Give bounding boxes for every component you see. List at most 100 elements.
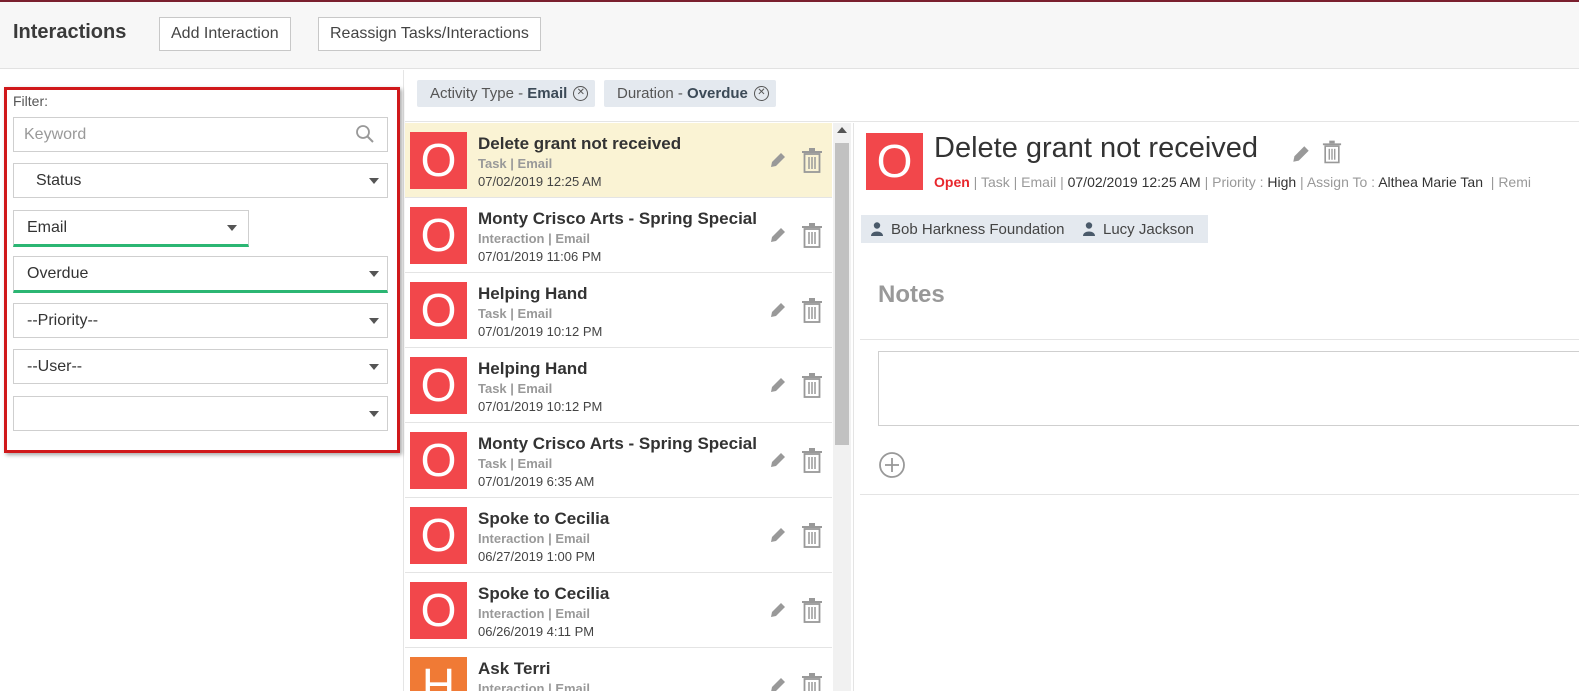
notes-input[interactable] <box>878 351 1579 426</box>
pencil-icon[interactable] <box>768 675 788 691</box>
list-item-meta: Interaction | Email <box>478 681 590 691</box>
chevron-down-icon <box>369 318 379 324</box>
avatar: O <box>410 432 467 489</box>
tag-label: Lucy Jackson <box>1103 221 1194 238</box>
trash-icon[interactable] <box>801 448 823 473</box>
pencil-icon[interactable] <box>768 525 788 545</box>
list-item-title: Spoke to Cecilia <box>478 584 610 603</box>
filter-label: Filter: <box>13 93 48 109</box>
assign-label: Assign To : <box>1306 174 1376 190</box>
list-item[interactable]: H Ask Terri Interaction | Email <box>405 648 832 691</box>
detail-title: Delete grant not received <box>934 132 1259 164</box>
extra-select[interactable] <box>13 396 388 431</box>
scrollbar-thumb[interactable] <box>835 143 849 445</box>
active-filters-bar: Activity Type - Email ✕ Duration - Overd… <box>405 70 1579 122</box>
divider <box>860 339 1579 340</box>
duration-select[interactable]: Overdue <box>13 256 388 293</box>
list-item[interactable]: O Delete grant not received Task | Email… <box>405 123 832 198</box>
trash-icon[interactable] <box>801 298 823 323</box>
pencil-icon[interactable] <box>768 450 788 470</box>
add-interaction-button[interactable]: Add Interaction <box>159 17 291 51</box>
pencil-icon[interactable] <box>768 150 788 170</box>
avatar: O <box>410 207 467 264</box>
list-item-meta: Task | Email <box>478 456 553 471</box>
list-item-title: Ask Terri <box>478 659 551 678</box>
add-note-icon[interactable] <box>878 451 906 479</box>
list-item-title: Monty Crisco Arts - Spring Special <box>478 434 757 453</box>
filter-chip-activity-type[interactable]: Activity Type - Email ✕ <box>417 80 596 107</box>
chevron-down-icon <box>369 178 379 184</box>
trash-icon[interactable] <box>801 598 823 623</box>
priority-value: --Priority-- <box>27 312 99 329</box>
list-item-date: 07/01/2019 10:12 PM <box>478 324 603 339</box>
activity-type-value: Email <box>27 219 68 236</box>
person-icon <box>1083 222 1095 236</box>
trash-icon[interactable] <box>801 523 823 548</box>
trash-icon[interactable] <box>801 223 823 248</box>
list-item-meta: Task | Email <box>478 156 553 171</box>
pencil-icon[interactable] <box>768 375 788 395</box>
list-item-title: Delete grant not received <box>478 134 682 153</box>
list-item-meta: Task | Email <box>478 381 553 396</box>
list-item-meta: Interaction | Email <box>478 231 590 246</box>
list-item[interactable]: O Monty Crisco Arts - Spring Special Int… <box>405 198 832 273</box>
assignee-value: Althea Marie Tan <box>1378 174 1483 190</box>
interaction-list: O Delete grant not received Task | Email… <box>405 123 832 691</box>
duration-value: Overdue <box>27 265 89 282</box>
page-title: Interactions <box>13 21 127 43</box>
pencil-icon[interactable] <box>768 600 788 620</box>
tag-organization[interactable]: Bob Harkness Foundation <box>861 215 1079 243</box>
detail-panel: O Delete grant not received Open | Task … <box>853 123 1579 691</box>
detail-type: Task <box>980 174 1010 190</box>
tag-contact[interactable]: Lucy Jackson <box>1073 215 1208 243</box>
priority-select[interactable]: --Priority-- <box>13 303 388 338</box>
list-item-title: Helping Hand <box>478 359 588 378</box>
list-item[interactable]: O Helping Hand Task | Email 07/01/2019 1… <box>405 273 832 348</box>
list-item[interactable]: O Spoke to Cecilia Interaction | Email 0… <box>405 498 832 573</box>
list-item[interactable]: O Helping Hand Task | Email 07/01/2019 1… <box>405 348 832 423</box>
list-item-meta: Task | Email <box>478 306 553 321</box>
keyword-input[interactable] <box>13 117 388 152</box>
list-item-title: Helping Hand <box>478 284 588 303</box>
pencil-icon[interactable] <box>1290 143 1312 165</box>
trash-icon[interactable] <box>801 373 823 398</box>
list-item[interactable]: O Monty Crisco Arts - Spring Special Tas… <box>405 423 832 498</box>
trash-icon[interactable] <box>801 673 823 691</box>
pencil-icon[interactable] <box>768 225 788 245</box>
status-select[interactable]: Status <box>13 163 388 198</box>
divider <box>860 494 1579 495</box>
close-icon[interactable]: ✕ <box>753 86 769 101</box>
user-select[interactable]: --User-- <box>13 349 388 384</box>
chip-value: Email <box>527 85 568 102</box>
page-header: Interactions Add Interaction Reassign Ta… <box>0 2 1579 69</box>
avatar: O <box>410 357 467 414</box>
close-icon[interactable]: ✕ <box>573 86 589 101</box>
user-value: --User-- <box>27 358 83 375</box>
search-icon[interactable] <box>355 124 375 144</box>
trash-icon[interactable] <box>1322 140 1342 164</box>
list-item-date: 07/01/2019 11:06 PM <box>478 249 602 264</box>
notes-heading: Notes <box>878 281 945 308</box>
list-item-date: 07/01/2019 10:12 PM <box>478 399 603 414</box>
scroll-up-icon[interactable] <box>837 127 847 133</box>
list-scrollbar[interactable] <box>833 123 851 691</box>
activity-type-select[interactable]: Email <box>13 210 249 247</box>
pencil-icon[interactable] <box>768 300 788 320</box>
trash-icon[interactable] <box>801 148 823 173</box>
person-icon <box>871 222 883 236</box>
chevron-down-icon <box>369 364 379 370</box>
chevron-down-icon <box>369 411 379 417</box>
reassign-button[interactable]: Reassign Tasks/Interactions <box>318 17 541 51</box>
filter-box: Filter: Status Email Overdue --Priority-… <box>4 87 400 453</box>
list-item[interactable]: O Spoke to Cecilia Interaction | Email 0… <box>405 573 832 648</box>
list-item-meta: Interaction | Email <box>478 606 590 621</box>
filter-chip-duration[interactable]: Duration - Overdue ✕ <box>604 80 776 107</box>
avatar: H <box>410 657 467 691</box>
tag-label: Bob Harkness Foundation <box>891 221 1065 238</box>
list-item-date: 06/27/2019 1:00 PM <box>478 549 596 564</box>
list-item-date: 06/26/2019 4:11 PM <box>478 624 595 639</box>
list-item-title: Monty Crisco Arts - Spring Special <box>478 209 757 228</box>
status-badge: Open <box>934 174 970 190</box>
avatar: O <box>410 282 467 339</box>
detail-activity: Email <box>1021 174 1057 190</box>
